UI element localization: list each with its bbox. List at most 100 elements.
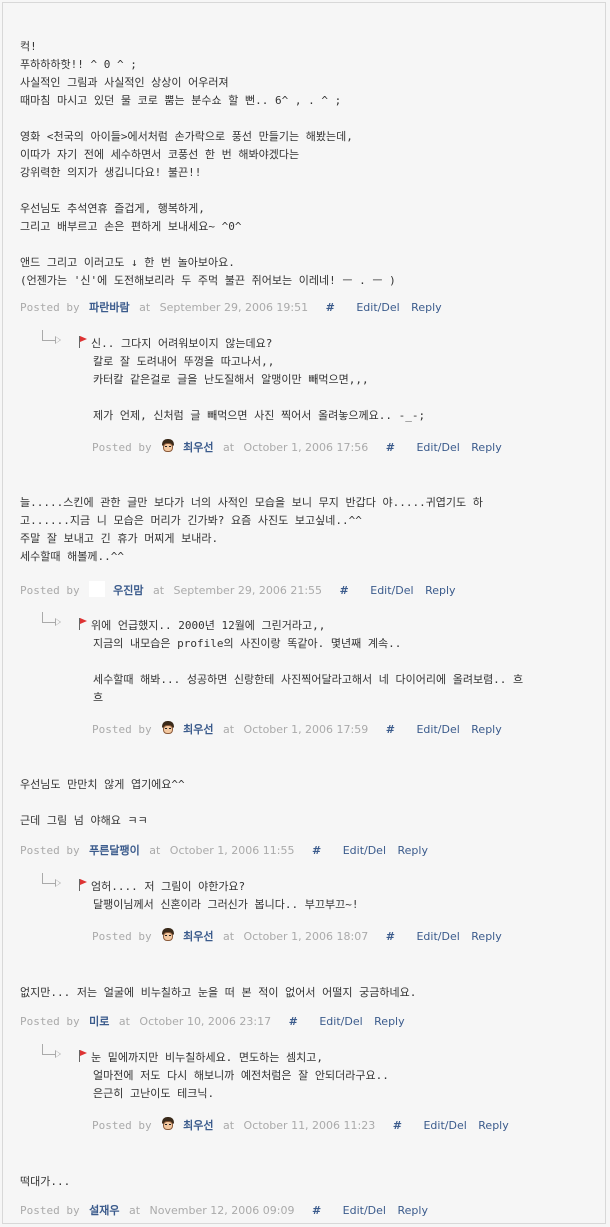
reply-4-body: 눈 밑에까지만 비누칠하세요. 면도하는 셈치고, 얼마전에 저도 다시 해보니… [78, 1049, 389, 1103]
edit-delete-link[interactable]: Edit/Del [423, 1119, 466, 1132]
posted-by-label: Posted by [92, 930, 152, 943]
reply-line: 눈 밑에까지만 비누칠하세요. 면도하는 셈치고, [91, 1051, 324, 1064]
flag-icon [78, 618, 88, 630]
posted-by-label: Posted by [92, 1119, 152, 1132]
comment-3-body: 우선님도 만만치 않게 엽기에요^^ 근데 그림 넘 야해요 ㅋㅋ [20, 776, 185, 830]
reply-1-meta: Posted by 최우선 at October 1, 2006 17:56 #… [92, 439, 502, 457]
comment-1-meta: Posted by 파란바람 at September 29, 2006 19:… [20, 299, 442, 317]
at-label: at [222, 441, 235, 454]
comment-5-body: 떡대가... [20, 1173, 70, 1191]
edit-delete-link[interactable]: Edit/Del [343, 1204, 386, 1217]
edit-delete-link[interactable]: Edit/Del [416, 930, 459, 943]
edit-delete-link[interactable]: Edit/Del [343, 844, 386, 857]
comment-line: 늘.....스킨에 관한 글만 보다가 너의 사적인 모습을 보니 무지 반갑다… [20, 496, 483, 509]
permalink-hash[interactable]: # [312, 844, 321, 857]
edit-delete-link[interactable]: Edit/Del [416, 723, 459, 736]
avatar-icon [161, 439, 175, 453]
comment-4-meta: Posted by 미로 at October 10, 2006 23:17 #… [20, 1013, 405, 1031]
posted-by-label: Posted by [20, 301, 80, 314]
comment-line: 없지만... 저는 얼굴에 비누칠하고 눈을 떠 본 적이 없어서 어떨지 궁금… [20, 986, 417, 999]
permalink-hash[interactable]: # [393, 1119, 402, 1132]
posted-by-label: Posted by [20, 584, 80, 597]
reply-author[interactable]: 최우선 [183, 930, 213, 943]
avatar-icon [161, 721, 175, 735]
comment-line: (언젠가는 '신'에 도전해보리라 두 주먹 불끈 쥐어보는 이레네! ㅡ . … [20, 274, 396, 287]
reply-author[interactable]: 최우선 [183, 441, 213, 454]
comment-date: October 1, 2006 11:55 [169, 844, 295, 857]
comment-line: 주말 잘 보내고 긴 휴가 머찌게 보내라. [20, 532, 219, 545]
permalink-hash[interactable]: # [312, 1204, 321, 1217]
reply-link[interactable]: Reply [471, 930, 501, 943]
reply-date: October 1, 2006 17:56 [243, 441, 369, 454]
comment-5-meta: Posted by 설재우 at November 12, 2006 09:09… [20, 1202, 428, 1220]
reply-2-meta: Posted by 최우선 at October 1, 2006 17:59 #… [92, 721, 502, 739]
comment-date: October 10, 2006 23:17 [139, 1015, 272, 1028]
reply-link[interactable]: Reply [398, 844, 428, 857]
permalink-hash[interactable]: # [386, 930, 395, 943]
at-label: at [152, 584, 165, 597]
at-label: at [139, 301, 151, 314]
reply-link[interactable]: Reply [425, 584, 455, 597]
reply-link[interactable]: Reply [478, 1119, 508, 1132]
reply-arrow-icon [42, 1044, 61, 1058]
reply-link[interactable]: Reply [471, 441, 501, 454]
reply-author[interactable]: 최우선 [183, 723, 213, 736]
flag-icon [78, 336, 88, 348]
comment-author[interactable]: 파란바람 [89, 301, 129, 314]
comment-line: 앤드 그리고 이러고도 ↓ 한 번 놀아보아요. [20, 256, 235, 269]
reply-link[interactable]: Reply [397, 1204, 427, 1217]
comment-author[interactable]: 우진맘 [113, 584, 143, 597]
comments-panel: 컥! 푸하하하핫!! ^ 0 ^ ; 사실적인 그림과 사실적인 상상이 어우러… [2, 2, 606, 1224]
reply-date: October 11, 2006 11:23 [243, 1119, 376, 1132]
reply-line: 지금의 내모습은 profile의 사진이랑 똑같아. 몇년째 계속.. [93, 637, 402, 650]
at-label: at [128, 1204, 141, 1217]
avatar-icon [161, 1117, 175, 1131]
reply-author[interactable]: 최우선 [183, 1119, 213, 1132]
comment-date: September 29, 2006 21:55 [173, 584, 323, 597]
comment-line: 우선님도 추석연휴 즐겁게, 행복하게, [20, 202, 205, 215]
reply-link[interactable]: Reply [471, 723, 501, 736]
reply-link[interactable]: Reply [411, 301, 441, 314]
comment-line: 우선님도 만만치 않게 엽기에요^^ [20, 778, 185, 791]
comment-line: 이따가 자기 전에 세수하면서 코풍선 한 번 해봐야겠다는 [20, 148, 300, 161]
comment-1-body: 컥! 푸하하하핫!! ^ 0 ^ ; 사실적인 그림과 사실적인 상상이 어우러… [20, 38, 396, 290]
flag-icon [78, 879, 88, 891]
reply-3-meta: Posted by 최우선 at October 1, 2006 18:07 #… [92, 928, 502, 946]
reply-line: 달팽이님께서 신혼이라 그러신가 봅니다.. 부끄부끄~! [93, 898, 359, 911]
edit-delete-link[interactable]: Edit/Del [356, 301, 399, 314]
reply-2-body: 위에 언급했지.. 2000년 12월에 그린거라고,, 지금의 내모습은 pr… [78, 617, 523, 707]
permalink-hash[interactable]: # [326, 301, 335, 314]
reply-arrow-icon [42, 330, 61, 344]
comment-author[interactable]: 푸른달팽이 [89, 844, 140, 857]
comment-4-body: 없지만... 저는 얼굴에 비누칠하고 눈을 떠 본 적이 없어서 어떨지 궁금… [20, 984, 416, 1002]
comment-line: 그리고 배부르고 손은 편하게 보내세요~ ^0^ [20, 220, 242, 233]
comment-3-meta: Posted by 푸른달팽이 at October 1, 2006 11:55… [20, 842, 428, 860]
permalink-hash[interactable]: # [289, 1015, 298, 1028]
permalink-hash[interactable]: # [386, 723, 395, 736]
reply-3-body: 엄허.... 저 그림이 야한가요? 달팽이님께서 신혼이라 그러신가 봅니다.… [78, 878, 359, 914]
reply-arrow-icon [42, 612, 61, 626]
comment-line: 사실적인 그림과 사실적인 상상이 어우러져 [20, 76, 229, 89]
reply-line: 흐 [93, 691, 104, 704]
edit-delete-link[interactable]: Edit/Del [319, 1015, 362, 1028]
at-label: at [222, 723, 235, 736]
comment-line: 영화 <천국의 아이들>에서처럼 손가락으로 풍선 만들기는 해봤는데, [20, 130, 353, 143]
permalink-hash[interactable]: # [340, 584, 349, 597]
reply-line: 얼마전에 저도 다시 해보니까 예전처럼은 잘 안되더라구요.. [93, 1069, 389, 1082]
edit-delete-link[interactable]: Edit/Del [416, 441, 459, 454]
comment-author[interactable]: 미로 [89, 1015, 109, 1028]
comment-line: 고......지금 니 모습은 머리가 긴가봐? 요즘 사진도 보고싶네..^^ [20, 514, 362, 527]
reply-link[interactable]: Reply [374, 1015, 404, 1028]
reply-line: 칼로 잘 도려내어 뚜껑을 따고나서,, [93, 355, 275, 368]
comment-line: 푸하하하핫!! ^ 0 ^ ; [20, 58, 137, 71]
reply-line: 신.. 그다지 어려워보이지 않는데요? [91, 337, 273, 350]
avatar-icon [161, 928, 175, 942]
posted-by-label: Posted by [20, 1204, 80, 1217]
comment-line: 컥! [20, 40, 37, 53]
comment-author[interactable]: 설재우 [89, 1204, 119, 1217]
comment-line: 근데 그림 넘 야해요 ㅋㅋ [20, 814, 148, 827]
posted-by-label: Posted by [20, 844, 80, 857]
edit-delete-link[interactable]: Edit/Del [370, 584, 413, 597]
reply-line: 카터칼 같은걸로 글을 난도질해서 알맹이만 빼먹으면,,, [93, 373, 369, 386]
permalink-hash[interactable]: # [386, 441, 395, 454]
